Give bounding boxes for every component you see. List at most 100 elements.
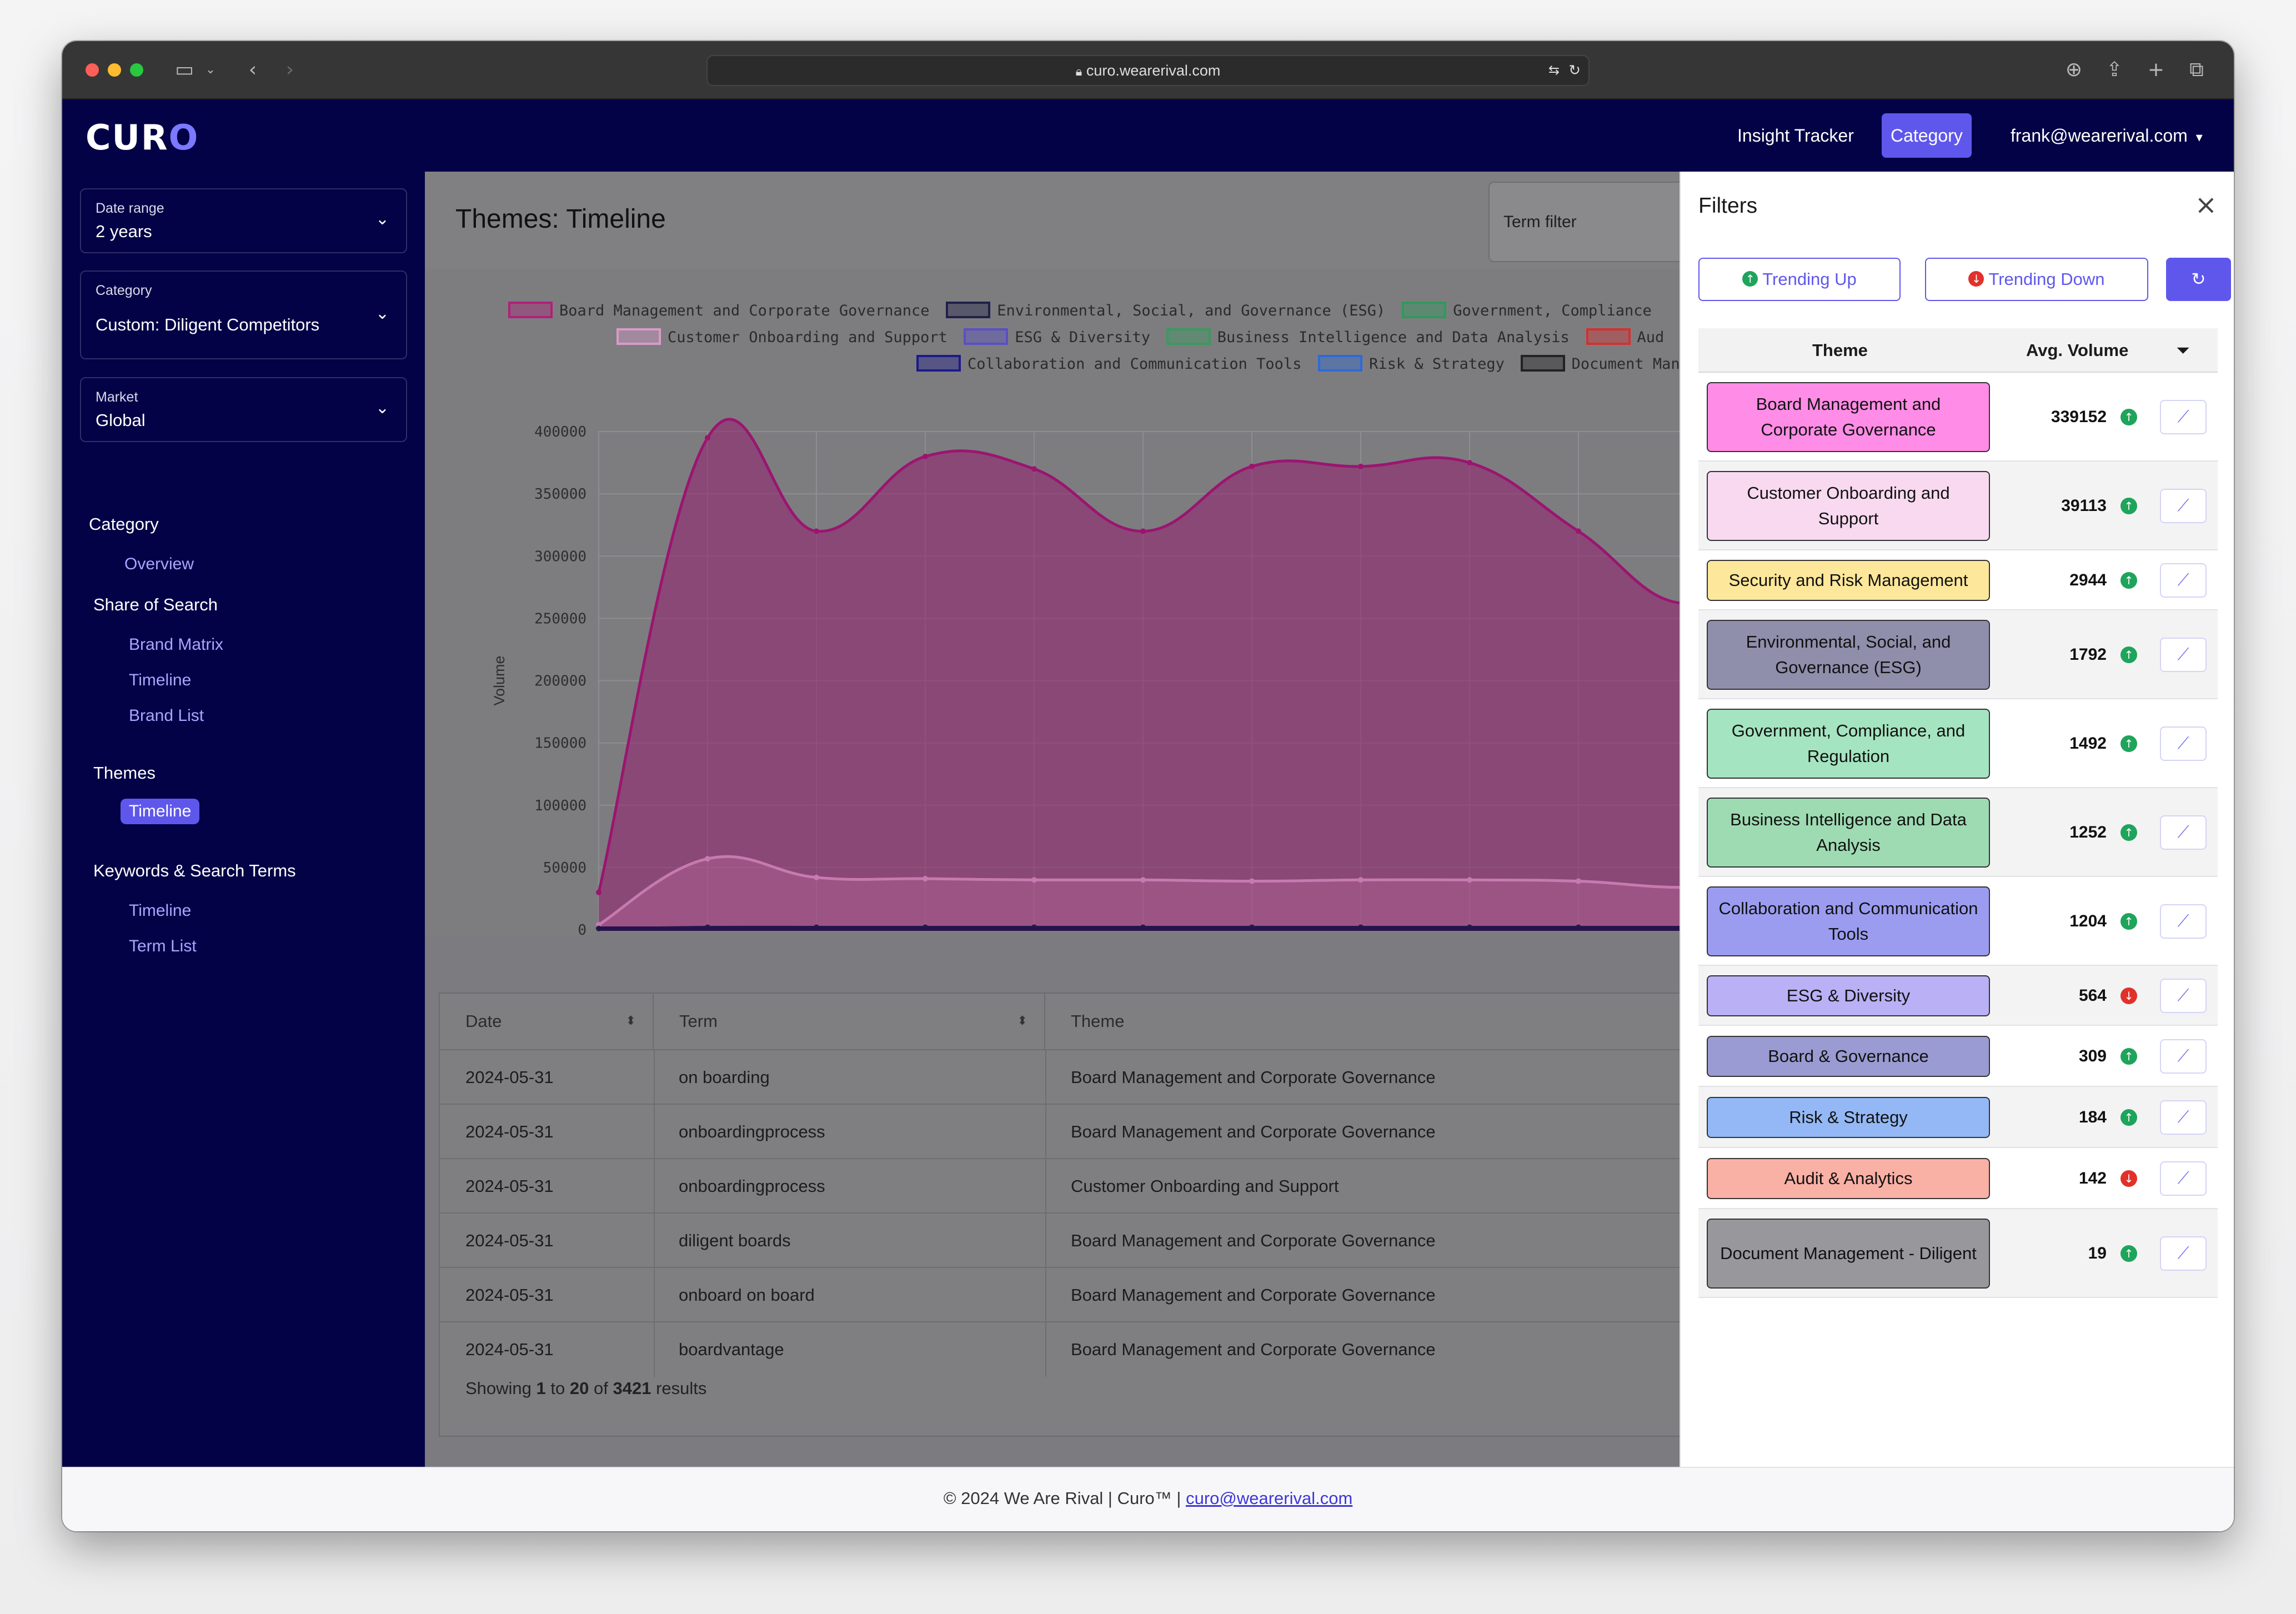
column-divider — [654, 1268, 655, 1322]
avg-volume: 309 — [2078, 1047, 2107, 1065]
nav-insight-tracker[interactable]: Insight Tracker — [1728, 113, 1863, 158]
sidebar-item-themes-timeline[interactable]: Timeline — [121, 799, 200, 824]
column-divider — [1045, 1214, 1046, 1268]
theme-pill[interactable]: Government, Compliance, and Regulation — [1707, 709, 1990, 779]
theme-pill[interactable]: Collaboration and Communication Tools — [1707, 886, 1990, 956]
line-chart-icon[interactable]: ⟋ — [2160, 1100, 2207, 1135]
theme-row: ESG & Diversity 564 ↓ ⟋ — [1698, 966, 2218, 1026]
sidebar-item-brand-matrix[interactable]: Brand Matrix — [129, 635, 223, 654]
table-row[interactable]: 2024-05-31 boardvantage Board Management a… — [440, 1321, 1743, 1377]
theme-pill[interactable]: Risk & Strategy — [1707, 1097, 1990, 1138]
sort-icon[interactable]: ⬍ — [1017, 994, 1027, 1049]
avg-volume: 142 — [2078, 1169, 2107, 1187]
sidebar: Date range 2 years ⌄ Category Custom: Di… — [62, 172, 425, 1467]
sidebar-item-sos-timeline[interactable]: Timeline — [129, 671, 191, 690]
line-chart-icon[interactable]: ⟋ — [2160, 563, 2207, 598]
sidebar-item-term-list[interactable]: Term List — [129, 937, 197, 956]
sidebar-section-share-of-search: Share of Search — [93, 595, 218, 614]
theme-row: Collaboration and Communication Tools 120… — [1698, 877, 2218, 966]
y-tick-label: 200000 — [534, 673, 586, 690]
trending-up-button[interactable]: ↑ Trending Up — [1698, 258, 1901, 301]
sort-icon[interactable]: ⬍ — [626, 994, 636, 1049]
close-window-button[interactable] — [86, 63, 99, 77]
line-chart-icon[interactable]: ⟋ — [2160, 726, 2207, 761]
line-chart-icon[interactable]: ⟋ — [2160, 1161, 2207, 1196]
reset-button[interactable]: ↻ — [2166, 258, 2231, 301]
table-row[interactable]: 2024-05-31 on boarding Board Management an… — [440, 1049, 1743, 1105]
trend-up-icon: ↑ — [2120, 409, 2137, 425]
sidebar-item-keywords-timeline[interactable]: Timeline — [129, 901, 191, 920]
column-header-date[interactable]: Date ⬍ — [440, 994, 654, 1049]
table-row[interactable]: 2024-05-31 onboardingprocess Board Managem… — [440, 1104, 1743, 1159]
column-divider — [1045, 1050, 1046, 1105]
minimize-window-button[interactable] — [108, 63, 121, 77]
term-cell: on boarding — [679, 1067, 770, 1087]
data-point — [1467, 877, 1472, 883]
new-tab-icon[interactable]: + — [2142, 57, 2170, 83]
theme-row: Board & Governance 309 ↑ ⟋ — [1698, 1026, 2218, 1087]
close-icon[interactable]: × — [2195, 189, 2217, 220]
user-menu[interactable]: frank@wearerival.com ▾ — [2002, 113, 2212, 158]
funnel-icon[interactable]: ⏷ — [2176, 328, 2190, 373]
zoom-window-button[interactable] — [130, 63, 143, 77]
download-icon[interactable]: ⊕ — [2060, 57, 2088, 83]
table-row[interactable]: 2024-05-31 diligent boards Board Managemen… — [440, 1212, 1743, 1268]
line-chart-icon[interactable]: ⟋ — [2160, 400, 2207, 434]
theme-pill[interactable]: Board & Governance — [1707, 1036, 1990, 1077]
main-header: Themes: Timeline Term filter — [425, 172, 1742, 269]
theme-pill[interactable]: Audit & Analytics — [1707, 1158, 1990, 1199]
line-chart-icon[interactable]: ⟋ — [2160, 489, 2207, 523]
theme-pill[interactable]: Business Intelligence and Data Analysis — [1707, 798, 1990, 868]
theme-pill[interactable]: Board Management and Corporate Governanc… — [1707, 382, 1990, 452]
date-range-select[interactable]: Date range 2 years ⌄ — [80, 188, 407, 253]
forward-icon[interactable]: › — [276, 57, 304, 83]
share-icon[interactable]: ⇪ — [2101, 57, 2128, 83]
terms-table: Date ⬍ Term ⬍ Theme ⬍ 2024-05-31 on board… — [439, 993, 1743, 1437]
theme-pill[interactable]: Security and Risk Management — [1707, 560, 1990, 601]
footer-text: © 2024 We Are Rival | Curo™ | — [943, 1488, 1181, 1508]
line-chart-icon[interactable]: ⟋ — [2160, 815, 2207, 850]
table-row[interactable]: 2024-05-31 onboard on board Board Manageme… — [440, 1267, 1743, 1322]
line-chart-icon[interactable]: ⟋ — [2160, 904, 2207, 939]
theme-column-header: Theme — [1812, 340, 1868, 360]
column-header-term[interactable]: Term ⬍ — [654, 994, 1045, 1049]
theme-pill[interactable]: ESG & Diversity — [1707, 975, 1990, 1016]
caret-down-icon: ▾ — [2195, 129, 2203, 145]
line-chart-icon[interactable]: ⟋ — [2160, 1039, 2207, 1074]
themes-chart: Board Management and Corporate Governanc… — [425, 269, 1742, 935]
data-point — [1249, 878, 1255, 884]
column-header-theme[interactable]: Theme ⬍ — [1045, 994, 1743, 1049]
volume-column-header[interactable]: Avg. Volume — [2026, 328, 2128, 373]
nav-category[interactable]: Category — [1882, 113, 1972, 158]
sidebar-item-overview[interactable]: Overview — [124, 555, 194, 574]
data-point — [705, 856, 710, 862]
sidebar-section-category: Category — [89, 514, 159, 534]
market-select[interactable]: Market Global ⌄ — [80, 377, 407, 442]
chevron-down-icon[interactable]: ⌄ — [202, 57, 219, 83]
category-select[interactable]: Category Custom: Diligent Competitors ⌄ — [80, 270, 407, 359]
theme-pill[interactable]: Document Management - Diligent — [1707, 1219, 1990, 1289]
theme-row: Security and Risk Management 2944 ↑ ⟋ — [1698, 550, 2218, 610]
reload-icon[interactable]: ↻ — [1568, 56, 1581, 85]
category-value: Custom: Diligent Competitors — [96, 315, 320, 334]
line-chart-icon[interactable]: ⟋ — [2160, 979, 2207, 1013]
tabs-icon[interactable]: ⧉ — [2183, 57, 2210, 83]
table-row[interactable]: 2024-05-31 onboardingprocess Customer Onbo… — [440, 1158, 1743, 1214]
page-title: Themes: Timeline — [455, 204, 666, 234]
footer-email-link[interactable]: curo@wearerival.com — [1186, 1488, 1352, 1508]
line-chart-icon[interactable]: ⟋ — [2160, 1236, 2207, 1271]
line-chart-icon[interactable]: ⟋ — [2160, 638, 2207, 672]
theme-pill[interactable]: Environmental, Social, and Governance (E… — [1707, 620, 1990, 690]
date-cell: 2024-05-31 — [465, 1067, 554, 1087]
sidebar-item-brand-list[interactable]: Brand List — [129, 706, 204, 725]
curo-logo[interactable]: CURO — [86, 117, 199, 158]
theme-pill[interactable]: Customer Onboarding and Support — [1707, 471, 1990, 541]
trend-up-icon: ↑ — [2120, 824, 2137, 841]
trending-down-button[interactable]: ↓ Trending Down — [1925, 258, 2148, 301]
translate-icon[interactable]: ⇆ — [1548, 56, 1560, 85]
sidebar-toggle-icon[interactable]: ▭ — [168, 57, 201, 83]
date-range-label: Date range — [96, 201, 164, 216]
y-tick-label: 0 — [578, 922, 586, 935]
back-icon[interactable]: ‹ — [239, 57, 267, 83]
address-bar[interactable]: 🔒︎ curo.wearerival.com ⇆ ↻ — [706, 55, 1590, 86]
